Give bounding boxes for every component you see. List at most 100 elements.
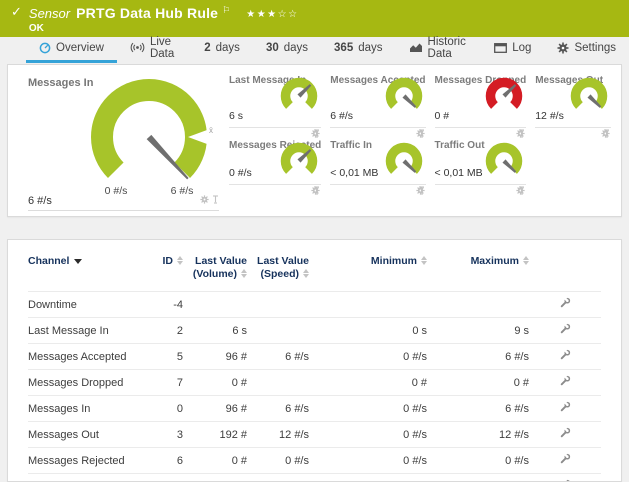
column-header-last-value-volume-[interactable]: Last Value (Volume) xyxy=(183,240,247,292)
sort-icon xyxy=(303,269,309,278)
tab-2-days[interactable]: 2 days xyxy=(191,37,253,63)
status-ok-check-icon: ✓ xyxy=(11,5,22,37)
sort-icon xyxy=(177,256,183,265)
cell-value: 6 #/s xyxy=(427,344,529,370)
channel-name[interactable]: Messages In xyxy=(28,396,143,422)
cell-value: 2 xyxy=(143,318,183,344)
priority-stars[interactable]: ★★★☆☆ xyxy=(246,9,298,20)
small-gauges-grid: Last Message In6 sMessages Accepted6 #/s… xyxy=(229,71,611,185)
cell-value: 5 xyxy=(143,344,183,370)
gauge-value: < 0,01 MB xyxy=(330,167,378,179)
empty-gauge-slot xyxy=(535,136,611,185)
gauge-panel-messages-out[interactable]: Messages Out12 #/s xyxy=(535,71,611,128)
gear-icon[interactable] xyxy=(200,195,209,207)
channel-table-panel: Channel ID Last Value (Volume)Last Value (… xyxy=(7,239,622,482)
table-header-row: Channel ID Last Value (Volume)Last Value (… xyxy=(28,240,601,292)
channel-settings-wrench-icon[interactable] xyxy=(559,375,571,390)
channel-name[interactable]: Messages Accepted xyxy=(28,344,143,370)
tab-number: 365 xyxy=(334,42,353,54)
tab-log[interactable]: Log xyxy=(481,37,544,63)
column-label: ID xyxy=(163,255,174,267)
tab-365-days[interactable]: 365days xyxy=(321,37,395,63)
pin-icon[interactable] xyxy=(212,195,219,207)
channel-name[interactable]: Downtime xyxy=(28,292,143,318)
cell-value: 3 xyxy=(143,422,183,448)
main-gauge-panel-messages-in[interactable]: Messages In 0 #/s 6 #/s x̄ 6 #/s xyxy=(8,65,227,216)
tab-label: Live Data xyxy=(150,36,178,60)
sort-desc-icon xyxy=(74,259,82,264)
last-message-in-gauge xyxy=(275,76,321,118)
gauge-panel-traffic-in[interactable]: Traffic In< 0,01 MB xyxy=(330,136,425,185)
column-header-maximum[interactable]: Maximum xyxy=(427,240,529,292)
gauge-panel-messages-dropped[interactable]: Messages Dropped0 # xyxy=(435,71,527,128)
cell-value: 0 #/s xyxy=(427,448,529,474)
favorite-flag-icon[interactable]: ⚐ xyxy=(222,6,230,16)
gauge-value: 6 s xyxy=(229,110,243,122)
sensor-titlebar: ✓ Sensor PRTG Data Hub Rule ⚐ ★★★☆☆ OK xyxy=(0,0,629,37)
cell-value: 192 # xyxy=(183,422,247,448)
column-label: Minimum xyxy=(371,255,417,267)
cell-value: 0 # xyxy=(427,370,529,396)
cell-value: 96 # xyxy=(183,396,247,422)
cell-value xyxy=(247,370,309,396)
channel-settings-wrench-icon[interactable] xyxy=(559,401,571,416)
channel-name[interactable]: Messages Dropped xyxy=(28,370,143,396)
cell-value: 0 #/s xyxy=(309,344,427,370)
tab-overview[interactable]: Overview xyxy=(26,37,117,63)
row-actions-cell xyxy=(529,448,601,474)
tab-30-days[interactable]: 30days xyxy=(253,37,321,63)
live-icon xyxy=(130,42,145,53)
channel-settings-wrench-icon[interactable] xyxy=(559,427,571,442)
channel-name[interactable]: Last Message In xyxy=(28,318,143,344)
table-row: Messages Accepted596 #6 #/s0 #/s6 #/s xyxy=(28,344,601,370)
column-header-minimum[interactable]: Minimum xyxy=(309,240,427,292)
row-actions-cell xyxy=(529,292,601,318)
channel-name[interactable]: Messages Rejected xyxy=(28,448,143,474)
column-label: Last Value (Volume) xyxy=(193,255,247,280)
channel-settings-wrench-icon[interactable] xyxy=(559,323,571,338)
table-row: Downtime-4 xyxy=(28,292,601,318)
main-gauge-value: 6 #/s xyxy=(28,195,52,207)
table-row: Messages Rejected60 #0 #/s0 #/s0 #/s xyxy=(28,448,601,474)
tab-historic-data[interactable]: Historic Data xyxy=(396,37,482,63)
cell-value: 96 # xyxy=(183,344,247,370)
column-header-id[interactable]: ID xyxy=(143,240,183,292)
gauge-panel-last-message-in[interactable]: Last Message In6 s xyxy=(229,71,321,128)
gauge-panel-messages-rejected[interactable]: Messages Rejected0 #/s xyxy=(229,136,321,185)
column-header-actions xyxy=(529,240,601,292)
channel-settings-wrench-icon[interactable] xyxy=(559,453,571,468)
messages-out-gauge xyxy=(565,76,611,118)
channel-settings-wrench-icon[interactable] xyxy=(559,349,571,364)
cell-value: 6 #/s xyxy=(247,344,309,370)
tab-label: Settings xyxy=(574,42,616,54)
cell-value xyxy=(247,292,309,318)
gauge-panel-messages-accepted[interactable]: Messages Accepted6 #/s xyxy=(330,71,425,128)
row-actions-cell xyxy=(529,422,601,448)
column-header-channel[interactable]: Channel xyxy=(28,240,143,292)
overview-icon xyxy=(39,42,51,54)
average-marker-icon: x̄ xyxy=(209,126,213,135)
gauge-value: 0 # xyxy=(435,110,450,122)
tab-label: days xyxy=(216,42,240,54)
tab-live-data[interactable]: Live Data xyxy=(117,37,191,63)
tab-label: Historic Data xyxy=(428,36,469,60)
column-header-last-value-speed-[interactable]: Last Value (Speed) xyxy=(247,240,309,292)
traffic-in-gauge xyxy=(380,141,426,183)
gauge-panel-traffic-out[interactable]: Traffic Out< 0,01 MB xyxy=(435,136,527,185)
cell-value: 0 s xyxy=(309,318,427,344)
table-row: Messages Dropped70 #0 #0 # xyxy=(28,370,601,396)
tab-settings[interactable]: Settings xyxy=(544,37,629,63)
messages-dropped-gauge xyxy=(480,76,526,118)
messages-accepted-gauge xyxy=(380,76,426,118)
gauge-value: 6 #/s xyxy=(330,110,353,122)
cell-value: 12 #/s xyxy=(247,422,309,448)
sort-icon xyxy=(241,269,247,278)
messages-in-gauge xyxy=(64,79,234,191)
tab-number: 2 xyxy=(204,42,210,54)
channel-name[interactable]: Messages Out xyxy=(28,422,143,448)
table-row: Last Message In26 s0 s9 s xyxy=(28,318,601,344)
sensor-status-badge: OK xyxy=(29,23,629,34)
traffic-out-gauge xyxy=(480,141,526,183)
cell-value: -4 xyxy=(143,292,183,318)
channel-settings-wrench-icon[interactable] xyxy=(559,297,571,312)
